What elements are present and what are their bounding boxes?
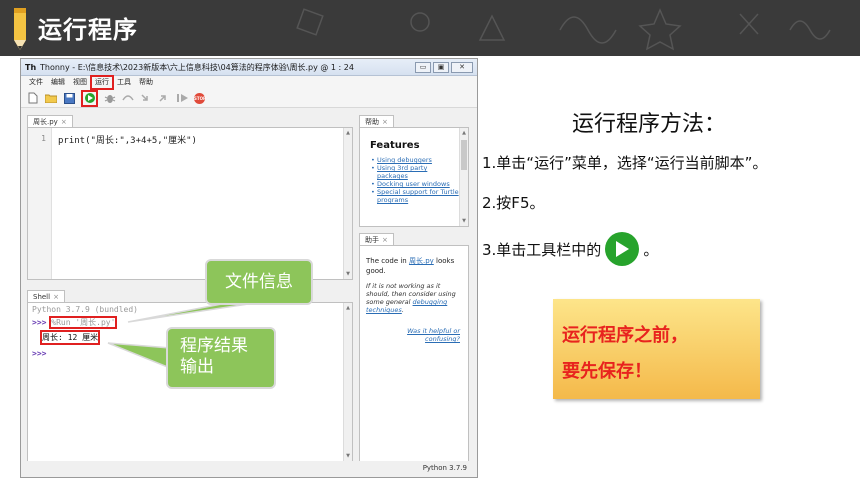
help-scrollbar[interactable]: ▲ ▼ — [459, 128, 468, 226]
toolbar: STOP — [21, 89, 477, 108]
run-play-icon — [605, 232, 640, 266]
slide-header: 运行程序 — [0, 0, 860, 56]
step-3: 3.单击工具栏中的 。 — [482, 232, 658, 266]
stop-icon[interactable]: STOP — [194, 92, 206, 104]
tab-assistant-label: 助手 — [365, 236, 379, 244]
scroll-thumb[interactable] — [461, 140, 467, 170]
tab-shell-label: Shell — [33, 293, 51, 301]
step-1: 1.单击“运行”菜单，选择“运行当前脚本”。 — [482, 154, 768, 172]
scroll-up-icon[interactable]: ▲ — [460, 130, 468, 136]
step-3-text: 3.单击工具栏中的 — [482, 240, 602, 259]
menu-edit[interactable]: 编辑 — [47, 76, 69, 89]
code-line[interactable]: print("周长:",3+4+5,"厘米") — [58, 133, 197, 146]
scroll-down-icon[interactable]: ▼ — [344, 271, 352, 277]
features-title: Features — [370, 140, 420, 151]
scroll-down-icon[interactable]: ▼ — [460, 218, 468, 224]
scroll-up-icon[interactable]: ▲ — [344, 130, 352, 136]
step-into-icon[interactable] — [140, 92, 152, 104]
shell-prompt: >>> — [32, 318, 47, 327]
tab-assistant[interactable]: 助手 × — [359, 233, 394, 245]
scroll-down-icon[interactable]: ▼ — [344, 453, 352, 459]
assistant-tip-text: . — [401, 306, 404, 314]
tab-close-icon[interactable]: × — [382, 118, 388, 126]
new-file-icon[interactable] — [27, 92, 39, 104]
window-titlebar[interactable]: Th Thonny - E:\信息技术\2023新版本\六上信息科技\04算法的… — [21, 59, 477, 76]
menu-file[interactable]: 文件 — [25, 76, 47, 89]
editor-scrollbar[interactable]: ▲ ▼ — [343, 128, 352, 279]
shell-input-line[interactable]: >>> — [32, 349, 46, 358]
tab-help[interactable]: 帮助 × — [359, 115, 394, 127]
menu-bar: 文件 编辑 视图 运行 工具 帮助 — [21, 75, 477, 90]
callout-file-info: 文件信息 — [205, 259, 313, 305]
scroll-up-icon[interactable]: ▲ — [344, 305, 352, 311]
feature-link[interactable]: Using debuggers — [371, 156, 460, 164]
callout-result-line1: 程序结果 — [180, 336, 248, 356]
pencil-icon — [14, 8, 26, 50]
menu-tools[interactable]: 工具 — [113, 76, 135, 89]
resume-icon[interactable] — [176, 92, 188, 104]
step-out-icon[interactable] — [158, 92, 170, 104]
save-icon[interactable] — [63, 92, 75, 104]
thonny-app-icon: Th — [25, 62, 37, 72]
assistant-file-link[interactable]: 周长.py — [409, 257, 434, 265]
tab-close-icon[interactable]: × — [382, 236, 388, 244]
method-title: 运行程序方法： — [572, 112, 727, 137]
feature-link[interactable]: Special support for Turtle programs — [371, 188, 460, 204]
close-button[interactable]: ✕ — [451, 61, 473, 73]
menu-run[interactable]: 运行 — [90, 75, 114, 90]
tab-editor-file[interactable]: 周长.py × — [27, 115, 73, 127]
window-title: Thonny - E:\信息技术\2023新版本\六上信息科技\04算法的程序体… — [40, 62, 354, 72]
callout-result: 程序结果 输出 — [166, 327, 276, 389]
help-panel: Features Using debuggers Using 3rd party… — [359, 127, 469, 227]
tab-editor-label: 周长.py — [33, 118, 58, 126]
python-version[interactable]: Python 3.7.9 — [423, 464, 467, 472]
shell-scrollbar[interactable]: ▲ ▼ — [343, 303, 352, 461]
shell-prompt: >>> — [32, 349, 47, 358]
slide-title: 运行程序 — [38, 16, 138, 44]
maximize-button[interactable]: ▣ — [433, 61, 449, 73]
feedback-link[interactable]: Was it helpful or confusing? — [380, 327, 460, 343]
menu-view[interactable]: 视图 — [69, 76, 91, 89]
tab-close-icon[interactable]: × — [53, 293, 59, 301]
shell-version-line: Python 3.7.9 (bundled) — [32, 305, 138, 314]
tab-shell[interactable]: Shell × — [27, 290, 65, 302]
minimize-button[interactable]: ▭ — [415, 61, 431, 73]
feature-link[interactable]: Using 3rd party packages — [371, 164, 460, 180]
assistant-intro: The code in 周长.py looks good. — [366, 256, 458, 276]
window-controls: ▭ ▣ ✕ — [415, 61, 473, 73]
assistant-tip: If it is not working as it should, then … — [366, 282, 458, 314]
debug-icon[interactable] — [104, 92, 116, 104]
step-2: 2.按F5。 — [482, 194, 545, 212]
shell-run-line: >>> %Run '周长.py' — [32, 316, 118, 329]
step-over-icon[interactable] — [122, 92, 134, 104]
feature-link[interactable]: Docking user windows — [371, 180, 460, 188]
warning-line-2: 要先保存！ — [562, 361, 652, 382]
shell-run-command: %Run '周长.py' — [49, 316, 118, 329]
run-icon — [84, 93, 95, 103]
tab-help-label: 帮助 — [365, 118, 379, 126]
assistant-intro-text: The code in — [366, 257, 409, 265]
line-number: 1 — [41, 134, 46, 143]
menu-help[interactable]: 帮助 — [135, 76, 157, 89]
assistant-panel: The code in 周长.py looks good. If it is n… — [359, 245, 469, 462]
tab-close-icon[interactable]: × — [61, 118, 67, 126]
warning-box: 运行程序之前， 要先保存！ — [553, 299, 760, 399]
warning-line-1: 运行程序之前， — [562, 325, 688, 346]
callout-result-line2: 输出 — [180, 357, 214, 377]
run-button[interactable] — [81, 89, 98, 107]
shell-output: 周长: 12 厘米 — [39, 330, 101, 345]
code-editor[interactable]: 1 print("周长:",3+4+5,"厘米") ▲ ▼ — [27, 127, 353, 280]
status-bar: Python 3.7.9 — [21, 461, 477, 477]
line-gutter: 1 — [28, 128, 52, 279]
features-list: Using debuggers Using 3rd party packages… — [371, 156, 460, 204]
open-folder-icon[interactable] — [45, 92, 57, 104]
step-3-end: 。 — [643, 240, 659, 259]
